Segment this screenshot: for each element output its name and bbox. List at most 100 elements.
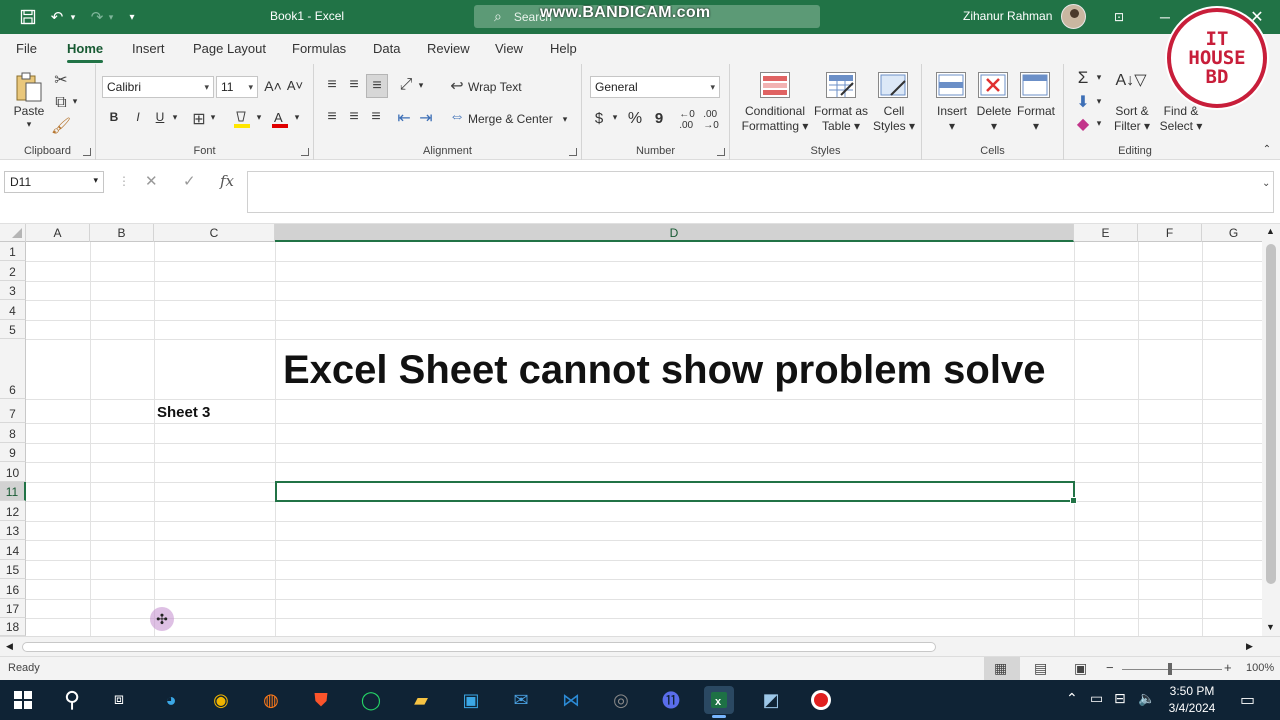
clear-icon[interactable]: ◆ xyxy=(1074,114,1092,134)
delete-cells-icon[interactable] xyxy=(978,72,1008,98)
fill-icon[interactable]: ⬇ xyxy=(1074,92,1092,112)
column-header-f[interactable]: F xyxy=(1138,224,1202,242)
name-box[interactable]: D11 ▾ xyxy=(4,171,104,193)
zoom-slider[interactable] xyxy=(1122,663,1222,675)
row-header-10[interactable]: 10 xyxy=(0,462,26,482)
increase-indent-icon[interactable]: ⇥ xyxy=(416,108,436,128)
borders-icon[interactable]: ⊞ xyxy=(190,109,208,129)
sort-filter-icon[interactable]: A↓▽ xyxy=(1116,70,1147,90)
row-header-6[interactable]: 6 xyxy=(0,339,26,399)
worksheet-grid[interactable]: A B C D E F G 1 2 3 4 5 6 7 8 9 10 11 12… xyxy=(0,224,1262,636)
conditional-formatting-button[interactable]: Conditional Formatting ▾ xyxy=(736,104,814,134)
column-header-a[interactable]: A xyxy=(26,224,90,242)
insert-cells-button[interactable]: Insert ▾ xyxy=(930,104,974,134)
wrap-text-icon[interactable]: ↩ xyxy=(448,76,466,96)
format-painter-icon[interactable]: 🖌 xyxy=(51,116,71,136)
row-header-1[interactable]: 1 xyxy=(0,242,26,261)
orientation-icon[interactable]: ⤢ xyxy=(396,76,416,94)
system-clock[interactable]: 3:50 PM 3/4/2024 xyxy=(1166,683,1218,717)
cell-styles-button[interactable]: Cell Styles ▾ xyxy=(870,104,918,134)
number-format-dropdown[interactable]: General ▾ xyxy=(590,76,720,98)
increase-decimal-icon[interactable]: ←0.00 xyxy=(676,109,698,131)
insert-function-button[interactable]: fx xyxy=(220,172,234,190)
format-cells-icon[interactable] xyxy=(1020,72,1050,98)
merge-center-button[interactable]: Merge & Center xyxy=(468,112,553,126)
row-header-3[interactable]: 3 xyxy=(0,281,26,300)
customize-toolbar-icon[interactable]: ▾ xyxy=(126,0,138,34)
tab-help[interactable]: Help xyxy=(550,41,577,56)
paste-button[interactable]: Paste xyxy=(14,104,45,118)
user-name[interactable]: Zihanur Rahman xyxy=(963,9,1052,23)
copy-dropdown-icon[interactable]: ▾ xyxy=(70,96,80,107)
battery-icon[interactable]: ▭ xyxy=(1090,690,1103,707)
column-header-g[interactable]: G xyxy=(1202,224,1262,242)
network-icon[interactable]: ⊟ xyxy=(1114,690,1126,707)
undo-icon[interactable]: ↶ xyxy=(46,0,68,34)
tab-home[interactable]: Home xyxy=(67,41,104,63)
confirm-entry-icon[interactable]: ✓ xyxy=(183,172,196,190)
drag-handle-icon[interactable]: ⋮ xyxy=(118,174,130,188)
format-as-table-icon[interactable] xyxy=(826,72,856,98)
vscode-icon[interactable]: ⋈ xyxy=(556,686,586,714)
alignment-launcher-icon[interactable] xyxy=(569,148,577,156)
bold-button[interactable]: B xyxy=(106,110,122,124)
file-explorer-icon[interactable]: ▰ xyxy=(406,686,436,714)
delete-cells-button[interactable]: Delete ▾ xyxy=(972,104,1016,134)
page-break-view-icon[interactable]: ▣ xyxy=(1074,660,1087,677)
insert-cells-icon[interactable] xyxy=(936,72,966,98)
edge-icon[interactable]: ◕ xyxy=(156,686,186,714)
row-header-12[interactable]: 12 xyxy=(0,501,26,521)
find-select-button[interactable]: Find & Select ▾ xyxy=(1156,104,1206,134)
mail-icon[interactable]: ✉ xyxy=(506,686,536,714)
clipboard-launcher-icon[interactable] xyxy=(83,148,91,156)
row-header-7[interactable]: 7 xyxy=(0,399,26,423)
underline-dropdown-icon[interactable]: ▾ xyxy=(170,112,180,123)
firefox-icon[interactable]: ◍ xyxy=(256,686,286,714)
currency-dropdown-icon[interactable]: ▾ xyxy=(610,112,620,123)
font-color-icon[interactable]: A xyxy=(270,108,290,130)
cell-d6[interactable]: Excel Sheet cannot show problem solve xyxy=(283,348,1045,393)
notification-icon[interactable]: ▭ xyxy=(1240,690,1255,710)
scroll-down-icon[interactable]: ▼ xyxy=(1266,622,1275,632)
percent-button[interactable]: % xyxy=(626,110,644,128)
remote-desktop-icon[interactable]: ▣ xyxy=(456,686,486,714)
select-all-corner[interactable] xyxy=(0,224,26,242)
column-header-b[interactable]: B xyxy=(90,224,154,242)
align-bottom-icon[interactable]: ≡ xyxy=(366,74,388,98)
active-cell-d11[interactable] xyxy=(275,481,1077,504)
clear-dropdown-icon[interactable]: ▾ xyxy=(1094,118,1104,129)
align-top-icon[interactable]: ≡ xyxy=(322,76,342,94)
vertical-scrollbar[interactable]: ▲ ▼ xyxy=(1262,224,1280,636)
search-icon[interactable]: ⚲ xyxy=(57,686,87,714)
row-header-18[interactable]: 18 xyxy=(0,618,26,636)
cell-styles-icon[interactable] xyxy=(878,72,908,98)
bookmark-app-icon[interactable]: ⓫ xyxy=(656,686,686,714)
expand-formula-icon[interactable]: ⌄ xyxy=(1262,178,1270,189)
windows-start-icon[interactable] xyxy=(8,686,38,714)
cancel-entry-icon[interactable]: ✕ xyxy=(145,172,158,190)
wrap-text-button[interactable]: Wrap Text xyxy=(468,80,522,94)
row-header-15[interactable]: 15 xyxy=(0,560,26,579)
font-launcher-icon[interactable] xyxy=(301,148,309,156)
column-header-e[interactable]: E xyxy=(1074,224,1138,242)
column-header-c[interactable]: C xyxy=(154,224,275,242)
bandicam-record-icon[interactable] xyxy=(806,686,836,714)
cell-c7[interactable]: Sheet 3 xyxy=(157,404,210,421)
vertical-scroll-thumb[interactable] xyxy=(1266,244,1276,584)
tab-data[interactable]: Data xyxy=(373,41,400,56)
horizontal-scroll-thumb[interactable] xyxy=(22,642,936,652)
tab-view[interactable]: View xyxy=(495,41,523,56)
comma-button[interactable]: 9 xyxy=(652,110,666,127)
format-as-table-button[interactable]: Format as Table ▾ xyxy=(810,104,872,134)
task-view-icon[interactable]: ⧈ xyxy=(104,686,134,714)
align-middle-icon[interactable]: ≡ xyxy=(344,76,364,94)
tab-insert[interactable]: Insert xyxy=(132,41,165,56)
paste-icon[interactable] xyxy=(12,70,46,104)
font-name-dropdown[interactable]: Calibri ▾ xyxy=(102,76,214,98)
tab-review[interactable]: Review xyxy=(427,41,470,56)
row-header-13[interactable]: 13 xyxy=(0,521,26,540)
volume-icon[interactable]: 🔈 xyxy=(1138,690,1155,707)
format-cells-button[interactable]: Format ▾ xyxy=(1014,104,1058,134)
page-layout-view-icon[interactable]: ▤ xyxy=(1034,660,1047,677)
align-center-icon[interactable]: ≡ xyxy=(344,108,364,126)
